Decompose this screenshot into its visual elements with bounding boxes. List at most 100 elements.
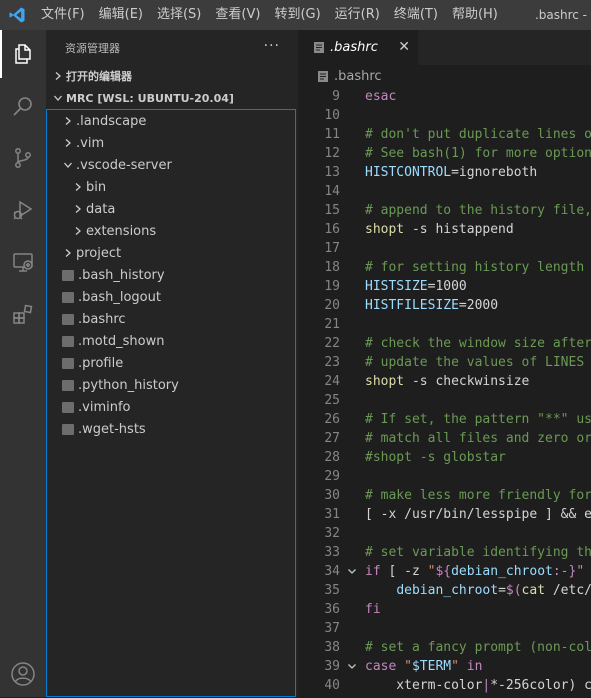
tree-folder[interactable]: .vim (47, 132, 295, 154)
chevron-right-icon (70, 182, 86, 192)
tree-folder[interactable]: extensions (47, 220, 295, 242)
menu-item[interactable]: 帮助(H) (445, 0, 505, 30)
code-token: in (458, 659, 483, 674)
code-token: # don't put duplicate lines or (365, 127, 591, 142)
line-text: # don't put duplicate lines or (365, 125, 591, 144)
code-token: -s checkwinsize (404, 374, 530, 389)
menu-item[interactable]: 选择(S) (150, 0, 208, 30)
line-text: HISTSIZE=1000 (365, 277, 467, 296)
open-editors-section[interactable]: 打开的编辑器 (46, 65, 298, 87)
tree-file[interactable]: .profile (47, 352, 295, 374)
code-line: 34if [ -z "${debian_chroot:-}" ] (298, 562, 591, 581)
tab-label: .bashrc (330, 40, 378, 55)
search-icon[interactable] (0, 82, 46, 130)
menu-item[interactable]: 文件(F) (34, 0, 92, 30)
chevron-right-icon (60, 116, 76, 126)
code-token: shopt (365, 374, 405, 389)
tree-item-label: project (76, 245, 122, 261)
more-actions-button[interactable]: ··· (264, 38, 280, 54)
code-line: 39 case "$TERM" in (298, 657, 591, 676)
line-number: 34 (324, 564, 340, 579)
code-token: xterm-color (365, 678, 483, 693)
source-control-icon[interactable] (0, 134, 46, 182)
account-icon[interactable] (0, 650, 46, 698)
code-line: 14 (298, 182, 591, 201)
line-text: [ -x /usr/bin/lesspipe ] && ev (365, 505, 591, 524)
code-token: # for setting history length s (365, 260, 591, 275)
tree-file[interactable]: .viminfo (47, 396, 295, 418)
editor-area: .bashrc ✕ .bashrc 9 esac 10 11 # don't put d… (298, 30, 591, 697)
tab-bar: .bashrc ✕ (298, 30, 591, 65)
tree-folder[interactable]: project (47, 242, 295, 264)
code-editor[interactable]: 9 esac 10 11 # don't put duplicate lines or 1… (298, 87, 591, 695)
tree-file[interactable]: .python_history (47, 374, 295, 396)
tree-item-label: .bash_history (78, 267, 165, 283)
file-icon (62, 269, 74, 281)
workspace-label: MRC [WSL: UBUNTU-20.04] (66, 91, 234, 105)
code-token: $( (505, 583, 522, 598)
tree-item-label: .profile (78, 355, 124, 371)
line-number: 20 (324, 298, 340, 313)
code-token: ${ (435, 564, 452, 579)
chevron-right-icon (70, 204, 86, 214)
tree-folder[interactable]: bin (47, 176, 295, 198)
code-line: 21 (298, 315, 591, 334)
tree-file[interactable]: .wget-hsts (47, 418, 295, 440)
chevron-right-icon (60, 248, 76, 258)
line-number: 24 (324, 374, 340, 389)
code-line: 36 fi (298, 600, 591, 619)
tree-item-label: .bash_logout (78, 289, 161, 305)
menu-item[interactable]: 查看(V) (208, 0, 267, 30)
file-icon (62, 313, 74, 325)
extensions-icon[interactable] (0, 290, 46, 338)
code-line: 22 # check the window size after (298, 334, 591, 353)
breadcrumb-file[interactable]: .bashrc (334, 69, 382, 84)
code-line: 25 (298, 391, 591, 410)
tree-file[interactable]: .bash_logout (47, 286, 295, 308)
code-token: ] (584, 564, 591, 579)
code-line: 23 # update the values of LINES a (298, 353, 591, 372)
chevron-right-icon (50, 71, 66, 81)
code-token: # If set, the pattern "**" use (365, 412, 591, 427)
code-line: 18 # for setting history length s (298, 258, 591, 277)
workspace-section[interactable]: MRC [WSL: UBUNTU-20.04] (46, 87, 298, 109)
code-line: 10 (298, 106, 591, 125)
code-token: # append to the history file, d (365, 203, 591, 218)
chevron-down-icon (50, 93, 66, 103)
line-number: 26 (324, 412, 340, 427)
tree-folder[interactable]: data (47, 198, 295, 220)
tab-bashrc[interactable]: .bashrc ✕ (298, 30, 418, 65)
tree-folder[interactable]: .landscape (47, 110, 295, 132)
file-icon (62, 291, 74, 303)
breadcrumb[interactable]: .bashrc (298, 65, 591, 87)
code-token: =2000 (458, 298, 499, 313)
line-number: 17 (324, 241, 340, 256)
vscode-logo-icon (0, 0, 34, 30)
file-tree[interactable]: .landscape .vim .vscode-server bin data exten… (46, 109, 296, 697)
run-debug-icon[interactable] (0, 186, 46, 234)
tree-folder[interactable]: .vscode-server (47, 154, 295, 176)
chevron-down-icon (60, 160, 76, 170)
code-token: = (498, 583, 506, 598)
tree-file[interactable]: .bashrc (47, 308, 295, 330)
explorer-sidebar: 资源管理器 ··· 打开的编辑器 MRC [WSL: UBUNTU-20.04]… (46, 30, 298, 697)
line-text: #shopt -s globstar (365, 448, 506, 467)
sidebar-header: 资源管理器 ··· (46, 30, 298, 65)
close-icon[interactable]: ✕ (398, 39, 410, 55)
tree-item-label: .wget-hsts (78, 421, 146, 437)
menu-item[interactable]: 转到(G) (267, 0, 327, 30)
tree-file[interactable]: .bash_history (47, 264, 295, 286)
menu-item[interactable]: 终端(T) (387, 0, 445, 30)
line-text: # set variable identifying the (365, 543, 591, 562)
code-line: 19 HISTSIZE=1000 (298, 277, 591, 296)
tree-item-label: .landscape (76, 113, 147, 129)
line-number: 29 (324, 469, 340, 484)
code-token: :-} (552, 564, 577, 579)
line-number: 30 (324, 488, 340, 503)
explorer-icon[interactable] (0, 30, 46, 78)
remote-explorer-icon[interactable] (0, 238, 46, 286)
code-line: 9 esac (298, 87, 591, 106)
tree-file[interactable]: .motd_shown (47, 330, 295, 352)
menu-item[interactable]: 编辑(E) (92, 0, 150, 30)
menu-item[interactable]: 运行(R) (328, 0, 387, 30)
